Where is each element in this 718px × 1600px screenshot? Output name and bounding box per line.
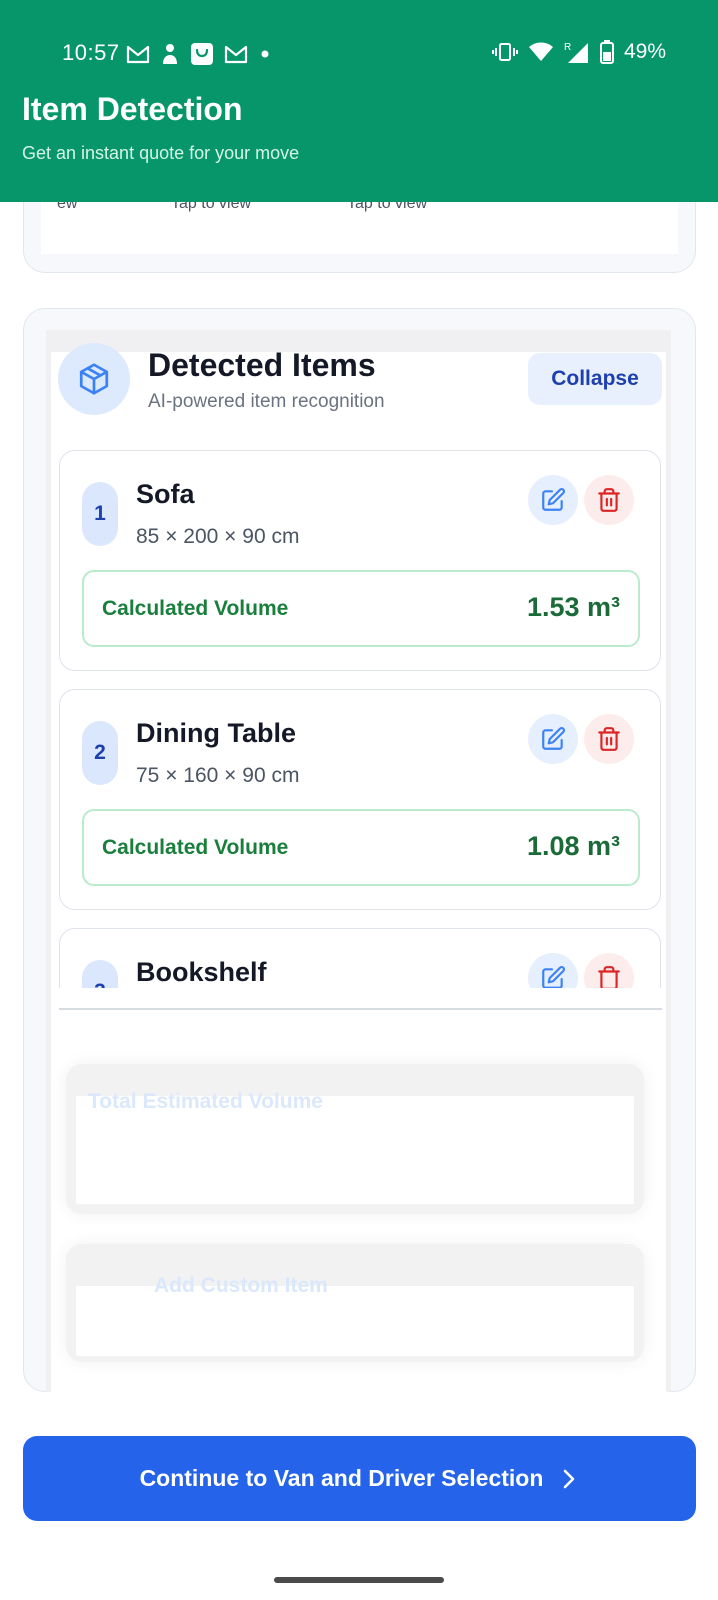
item-dimensions: 75 × 160 × 90 cm bbox=[136, 764, 300, 787]
item-name: Bookshelf bbox=[136, 957, 267, 987]
volume-box: Calculated Volume 1.53 m³ bbox=[82, 570, 640, 647]
detected-items-subtitle: AI-powered item recognition bbox=[148, 391, 385, 412]
cube-icon-wrap bbox=[58, 343, 130, 415]
home-indicator[interactable] bbox=[274, 1577, 444, 1583]
edit-item-button[interactable] bbox=[528, 714, 578, 764]
shopping-bag-icon bbox=[191, 43, 213, 65]
delete-item-button[interactable] bbox=[584, 953, 634, 988]
roaming-signal-icon: R bbox=[564, 42, 588, 63]
volume-value: 1.08 m³ bbox=[526, 831, 620, 861]
collapse-button[interactable]: Collapse bbox=[528, 353, 662, 405]
battery-icon bbox=[600, 40, 614, 64]
gmail-icon bbox=[126, 45, 150, 64]
total-volume-label: Total Estimated Volume bbox=[88, 1090, 323, 1113]
item-card: 3 Bookshelf bbox=[59, 928, 661, 988]
chevron-right-icon bbox=[564, 1469, 575, 1488]
volume-box: Calculated Volume 1.08 m³ bbox=[82, 809, 640, 886]
wifi-icon bbox=[529, 42, 553, 61]
divider bbox=[59, 1008, 662, 1010]
item-card: 1 Sofa 85 × 200 × 90 cm Calculated Volum… bbox=[59, 450, 661, 671]
item-number-badge: 3 bbox=[82, 960, 118, 988]
dot-icon bbox=[261, 50, 269, 58]
page-title: Item Detection bbox=[22, 91, 243, 127]
battery-percent: 49% bbox=[624, 40, 667, 63]
volume-label: Calculated Volume bbox=[102, 836, 289, 859]
page-subtitle: Get an instant quote for your move bbox=[22, 143, 300, 163]
system-icons: R 49% bbox=[492, 40, 666, 64]
continue-button[interactable]: Continue to Van and Driver Selection bbox=[23, 1436, 696, 1521]
trash-icon bbox=[598, 966, 620, 988]
notification-icons bbox=[126, 42, 272, 66]
volume-value: 1.53 m³ bbox=[526, 592, 620, 622]
edit-item-button[interactable] bbox=[528, 953, 578, 988]
items-list: 1 Sofa 85 × 200 × 90 cm Calculated Volum… bbox=[51, 430, 666, 988]
svg-text:R: R bbox=[564, 42, 571, 53]
edit-icon bbox=[542, 727, 565, 750]
item-dimensions: 85 × 200 × 90 cm bbox=[136, 525, 300, 548]
add-custom-item-label[interactable]: Add Custom Item bbox=[154, 1274, 328, 1298]
edit-icon bbox=[542, 488, 565, 511]
item-number-badge: 1 bbox=[82, 482, 118, 546]
add-custom-item-card[interactable]: Add Custom Item bbox=[66, 1244, 644, 1362]
detected-items-title: Detected Items bbox=[148, 347, 376, 383]
status-bar: 10:57 R 49% bbox=[0, 36, 718, 72]
item-number-badge: 2 bbox=[82, 721, 118, 785]
item-name: Sofa bbox=[136, 479, 195, 509]
status-time: 10:57 bbox=[62, 40, 120, 65]
delete-item-button[interactable] bbox=[584, 475, 634, 525]
item-card: 2 Dining Table 75 × 160 × 90 cm Calculat… bbox=[59, 689, 661, 910]
trash-icon bbox=[598, 488, 620, 512]
cube-icon bbox=[79, 363, 109, 395]
item-name: Dining Table bbox=[136, 718, 296, 748]
total-volume-card: Total Estimated Volume bbox=[66, 1064, 644, 1214]
vibrate-icon bbox=[492, 43, 518, 61]
edit-icon bbox=[542, 966, 565, 988]
trash-icon bbox=[598, 727, 620, 751]
app-header: 10:57 R 49% Item Detection Get an instan… bbox=[0, 0, 718, 202]
gmail-icon bbox=[224, 45, 248, 64]
person-icon bbox=[163, 44, 177, 64]
edit-item-button[interactable] bbox=[528, 475, 578, 525]
volume-label: Calculated Volume bbox=[102, 597, 289, 620]
delete-item-button[interactable] bbox=[584, 714, 634, 764]
continue-button-label: Continue to Van and Driver Selection bbox=[139, 1465, 544, 1491]
